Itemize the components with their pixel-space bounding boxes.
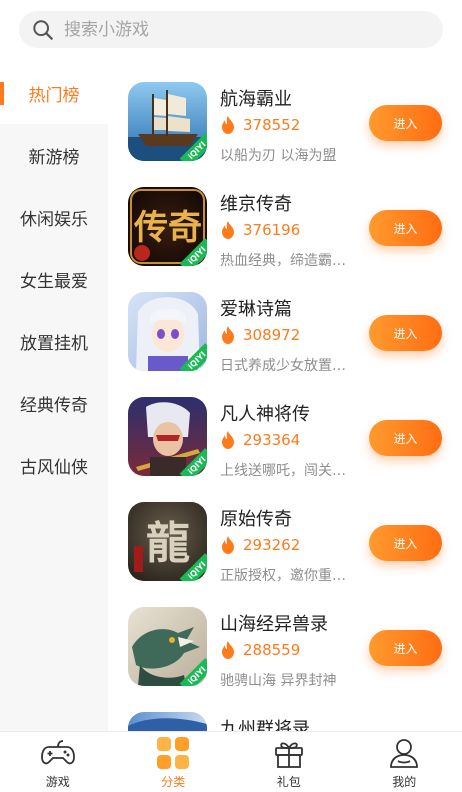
sidebar-item-casual[interactable]: 休闲娱乐 (0, 186, 108, 248)
tab-label: 我的 (392, 775, 417, 789)
list-item[interactable]: 龍 iQIYI 原始传奇 293262 正版授权，邀你重… 进入 (108, 482, 462, 587)
tab-label: 礼包 (276, 775, 301, 789)
sidebar-item-label: 经典传奇 (20, 395, 88, 416)
tab-label: 游戏 (45, 775, 70, 789)
list-item[interactable]: iQIYI 凡人神将传 293364 上线送哪吒，闯关… 进入 (108, 377, 462, 482)
search-input[interactable] (64, 19, 394, 40)
game-name: 爱琳诗篇 (220, 299, 292, 320)
sidebar-item-label: 放置挂机 (20, 333, 88, 354)
search-header (0, 0, 462, 62)
sidebar-item-xianxia[interactable]: 古风仙侠 (0, 434, 108, 496)
game-description: 以船为刃 以海为盟 (220, 148, 337, 164)
hot-count: 288559 (220, 641, 300, 659)
hot-value: 293364 (243, 431, 301, 449)
hot-value: 288559 (243, 641, 301, 659)
game-description: 上线送哪吒，闯关… (220, 463, 346, 479)
profile-icon (386, 735, 422, 771)
fire-icon (222, 326, 234, 344)
tab-mine[interactable]: 我的 (347, 732, 462, 792)
gamepad-icon (40, 735, 76, 771)
category-sidebar: 热门榜 新游榜 休闲娱乐 女生最爱 放置挂机 经典传奇 古风仙侠 (0, 62, 108, 731)
hot-value: 378552 (243, 116, 301, 134)
game-icon[interactable]: 传奇 iQIYI (128, 187, 207, 266)
tab-gifts[interactable]: 礼包 (231, 732, 347, 792)
hot-count: 378552 (220, 116, 300, 134)
fire-icon (222, 536, 234, 554)
list-item[interactable]: iQIYI 爱琳诗篇 308972 日式养成少女放置… 进入 (108, 272, 462, 377)
game-description: 热血经典，缔造霸… (220, 253, 346, 269)
hot-value: 293262 (243, 536, 301, 554)
enter-button[interactable]: 进入 (369, 210, 442, 246)
sidebar-item-idle[interactable]: 放置挂机 (0, 310, 108, 372)
enter-button[interactable]: 进入 (369, 525, 442, 561)
game-name: 维京传奇 (220, 194, 292, 215)
hot-count: 376196 (220, 221, 300, 239)
game-name: 原始传奇 (220, 509, 292, 530)
icon-text: 传奇 (133, 208, 202, 248)
sidebar-item-girls[interactable]: 女生最爱 (0, 248, 108, 310)
game-name: 九州群将录 (220, 719, 310, 731)
game-icon[interactable]: iQIYI (128, 397, 207, 476)
game-icon[interactable]: 龍 iQIYI (128, 502, 207, 581)
search-icon (33, 19, 53, 40)
list-item[interactable]: 传奇 iQIYI 维京传奇 376196 热血经典，缔造霸… 进入 (108, 167, 462, 272)
fire-icon (222, 221, 234, 239)
sidebar-item-label: 新游榜 (28, 147, 80, 168)
sidebar-item-label: 女生最爱 (20, 271, 88, 292)
sidebar-item-label: 古风仙侠 (20, 457, 88, 478)
game-icon[interactable]: iQIYI (128, 82, 207, 161)
enter-button[interactable]: 进入 (369, 105, 442, 141)
hot-value: 308972 (243, 326, 301, 344)
game-description: 日式养成少女放置… (220, 358, 346, 374)
sidebar-item-hot[interactable]: 热门榜 (0, 62, 108, 124)
fire-icon (222, 641, 234, 659)
search-bar[interactable] (19, 11, 443, 48)
hot-count: 308972 (220, 326, 300, 344)
list-item[interactable]: iQIYI 山海经异兽录 288559 驰骋山海 异界封神 进入 (108, 587, 462, 692)
game-name: 凡人神将传 (220, 404, 310, 425)
list-item[interactable]: 九州群将录 (108, 692, 462, 731)
game-icon[interactable] (128, 712, 207, 731)
game-name: 山海经异兽录 (220, 614, 328, 635)
icon-text: 龍 (146, 518, 190, 569)
bottom-tab-bar: 游戏 分类 礼包 我的 (0, 731, 462, 792)
fire-icon (222, 116, 234, 134)
sidebar-item-new[interactable]: 新游榜 (0, 124, 108, 186)
fire-icon (222, 431, 234, 449)
game-description: 驰骋山海 异界封神 (220, 673, 337, 689)
game-icon[interactable]: iQIYI (128, 607, 207, 686)
sidebar-item-legend[interactable]: 经典传奇 (0, 372, 108, 434)
enter-button[interactable]: 进入 (369, 630, 442, 666)
game-name: 航海霸业 (220, 89, 292, 110)
tab-games[interactable]: 游戏 (0, 732, 116, 792)
game-description: 正版授权，邀你重… (220, 568, 346, 584)
hot-value: 376196 (243, 221, 301, 239)
game-icon[interactable]: iQIYI (128, 292, 207, 371)
category-icon (155, 735, 191, 771)
hot-count: 293262 (220, 536, 300, 554)
sidebar-item-label: 热门榜 (28, 85, 80, 106)
gift-icon (271, 735, 307, 771)
list-item[interactable]: iQIYI 航海霸业 378552 以船为刃 以海为盟 进入 (108, 62, 462, 167)
tab-category[interactable]: 分类 (116, 732, 232, 792)
game-list: iQIYI 航海霸业 378552 以船为刃 以海为盟 进入 传奇 iQIYI … (108, 62, 462, 731)
tab-label: 分类 (161, 775, 186, 789)
hot-count: 293364 (220, 431, 300, 449)
sidebar-item-label: 休闲娱乐 (20, 209, 88, 230)
enter-button[interactable]: 进入 (369, 315, 442, 351)
fantasy-icon (128, 712, 207, 731)
enter-button[interactable]: 进入 (369, 420, 442, 456)
